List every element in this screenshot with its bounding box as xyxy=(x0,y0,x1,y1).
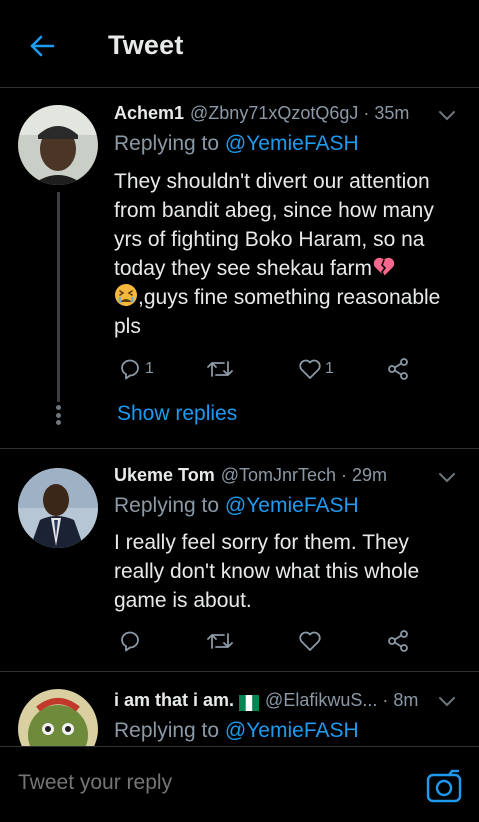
top-bar: Tweet xyxy=(0,0,479,88)
tweet-line: today they see shekau farm xyxy=(114,257,372,280)
reply-tweet[interactable]: Ukeme Tom @TomJnrTech · 29m Replying to … xyxy=(0,450,479,672)
like-button[interactable]: 1 xyxy=(298,354,334,384)
replying-to: Replying to @YemieFASH xyxy=(114,719,359,743)
timestamp: 8m xyxy=(393,690,419,710)
reply-icon xyxy=(121,359,139,380)
tweet-meta: Achem1 @Zbny71xQzotQ6gJ · 35m xyxy=(114,103,409,129)
tweet-line: really don't know what this whole xyxy=(114,560,420,583)
camera-icon[interactable] xyxy=(426,769,462,803)
share-button[interactable] xyxy=(386,354,410,384)
avatar-image xyxy=(18,689,98,746)
back-arrow-icon xyxy=(30,35,55,57)
reply-tweet[interactable]: Achem1 @Zbny71xQzotQ6gJ · 35m Replying t… xyxy=(0,89,479,449)
tweet-meta: i am that i am. @ElafikwuS... · 8m xyxy=(114,690,418,716)
nigeria-flag-icon xyxy=(239,695,260,711)
tweet-line-with-emoji: today they see shekau farm xyxy=(114,254,464,283)
timestamp: 35m xyxy=(374,103,410,123)
author-handle[interactable]: @ElafikwuS... xyxy=(265,690,377,711)
reply-icon xyxy=(121,631,139,652)
reply-mention-link[interactable]: @YemieFASH xyxy=(225,132,359,155)
broken-heart-icon xyxy=(373,257,395,277)
like-count: 1 xyxy=(325,360,334,377)
reply-button[interactable] xyxy=(118,626,145,656)
tweet-line: from bandit abeg, since how many xyxy=(114,199,434,222)
tweet-meta: Ukeme Tom @TomJnrTech · 29m xyxy=(114,465,387,491)
avatar-image xyxy=(18,468,98,548)
back-button[interactable] xyxy=(22,26,62,66)
replying-to: Replying to @YemieFASH xyxy=(114,132,359,156)
share-icon xyxy=(388,630,408,652)
reply-count: 1 xyxy=(145,360,154,377)
thread-dots xyxy=(55,405,62,425)
tweet-text: They shouldn't divert our attention from… xyxy=(114,167,464,341)
chevron-down-icon[interactable] xyxy=(437,695,457,709)
reply-prefix: Replying to xyxy=(114,132,220,155)
retweet-button[interactable] xyxy=(206,354,237,384)
tweet-line: pls xyxy=(114,315,141,338)
retweet-button[interactable] xyxy=(206,626,237,656)
tweet-actions xyxy=(114,626,434,656)
reply-mention-link[interactable]: @YemieFASH xyxy=(225,719,359,742)
separator: · xyxy=(363,103,370,123)
reply-prefix: Replying to xyxy=(114,719,220,742)
chevron-down-icon[interactable] xyxy=(437,471,457,485)
reply-input[interactable] xyxy=(18,771,398,795)
separator: · xyxy=(341,465,348,485)
reply-composer xyxy=(0,746,479,822)
avatar[interactable] xyxy=(18,468,98,548)
chevron-down-icon[interactable] xyxy=(437,109,457,123)
tweet-line: They shouldn't divert our attention xyxy=(114,170,430,193)
author-handle[interactable]: @TomJnrTech xyxy=(221,465,336,486)
author-name[interactable]: Ukeme Tom xyxy=(114,465,215,486)
tweet-line: yrs of fighting Boko Haram, so na xyxy=(114,228,425,251)
avatar-image xyxy=(18,105,98,185)
thread-line xyxy=(57,192,60,402)
author-name[interactable]: i am that i am. xyxy=(114,690,234,711)
reply-tweet[interactable]: i am that i am. @ElafikwuS... · 8m Reply… xyxy=(0,673,479,746)
heart-icon xyxy=(299,359,321,379)
page-title: Tweet xyxy=(108,30,184,60)
like-button[interactable] xyxy=(298,626,325,656)
reply-button[interactable]: 1 xyxy=(118,354,154,384)
tweet-text: I really feel sorry for them. They reall… xyxy=(114,528,464,615)
tweet-line: I really feel sorry for them. They xyxy=(114,531,409,554)
tweet-line-with-emoji: ,guys fine something reasonable xyxy=(114,283,464,312)
tweet-line: game is about. xyxy=(114,589,252,612)
separator: · xyxy=(382,690,389,710)
reply-prefix: Replying to xyxy=(114,494,220,517)
tweet-actions: 1 1 xyxy=(114,354,434,384)
replying-to: Replying to @YemieFASH xyxy=(114,494,359,518)
retweet-icon xyxy=(207,361,233,377)
timestamp: 29m xyxy=(352,465,388,485)
retweet-icon xyxy=(207,633,233,649)
tweet-line: ,guys fine something reasonable xyxy=(138,286,441,309)
tired-face-icon xyxy=(115,284,137,306)
heart-icon xyxy=(299,631,321,651)
share-button[interactable] xyxy=(386,626,410,656)
show-replies-link[interactable]: Show replies xyxy=(117,402,237,426)
author-handle[interactable]: @Zbny71xQzotQ6gJ xyxy=(190,103,358,124)
share-icon xyxy=(388,358,408,380)
avatar[interactable] xyxy=(18,689,98,746)
avatar[interactable] xyxy=(18,105,98,185)
reply-mention-link[interactable]: @YemieFASH xyxy=(225,494,359,517)
author-name[interactable]: Achem1 xyxy=(114,103,184,124)
